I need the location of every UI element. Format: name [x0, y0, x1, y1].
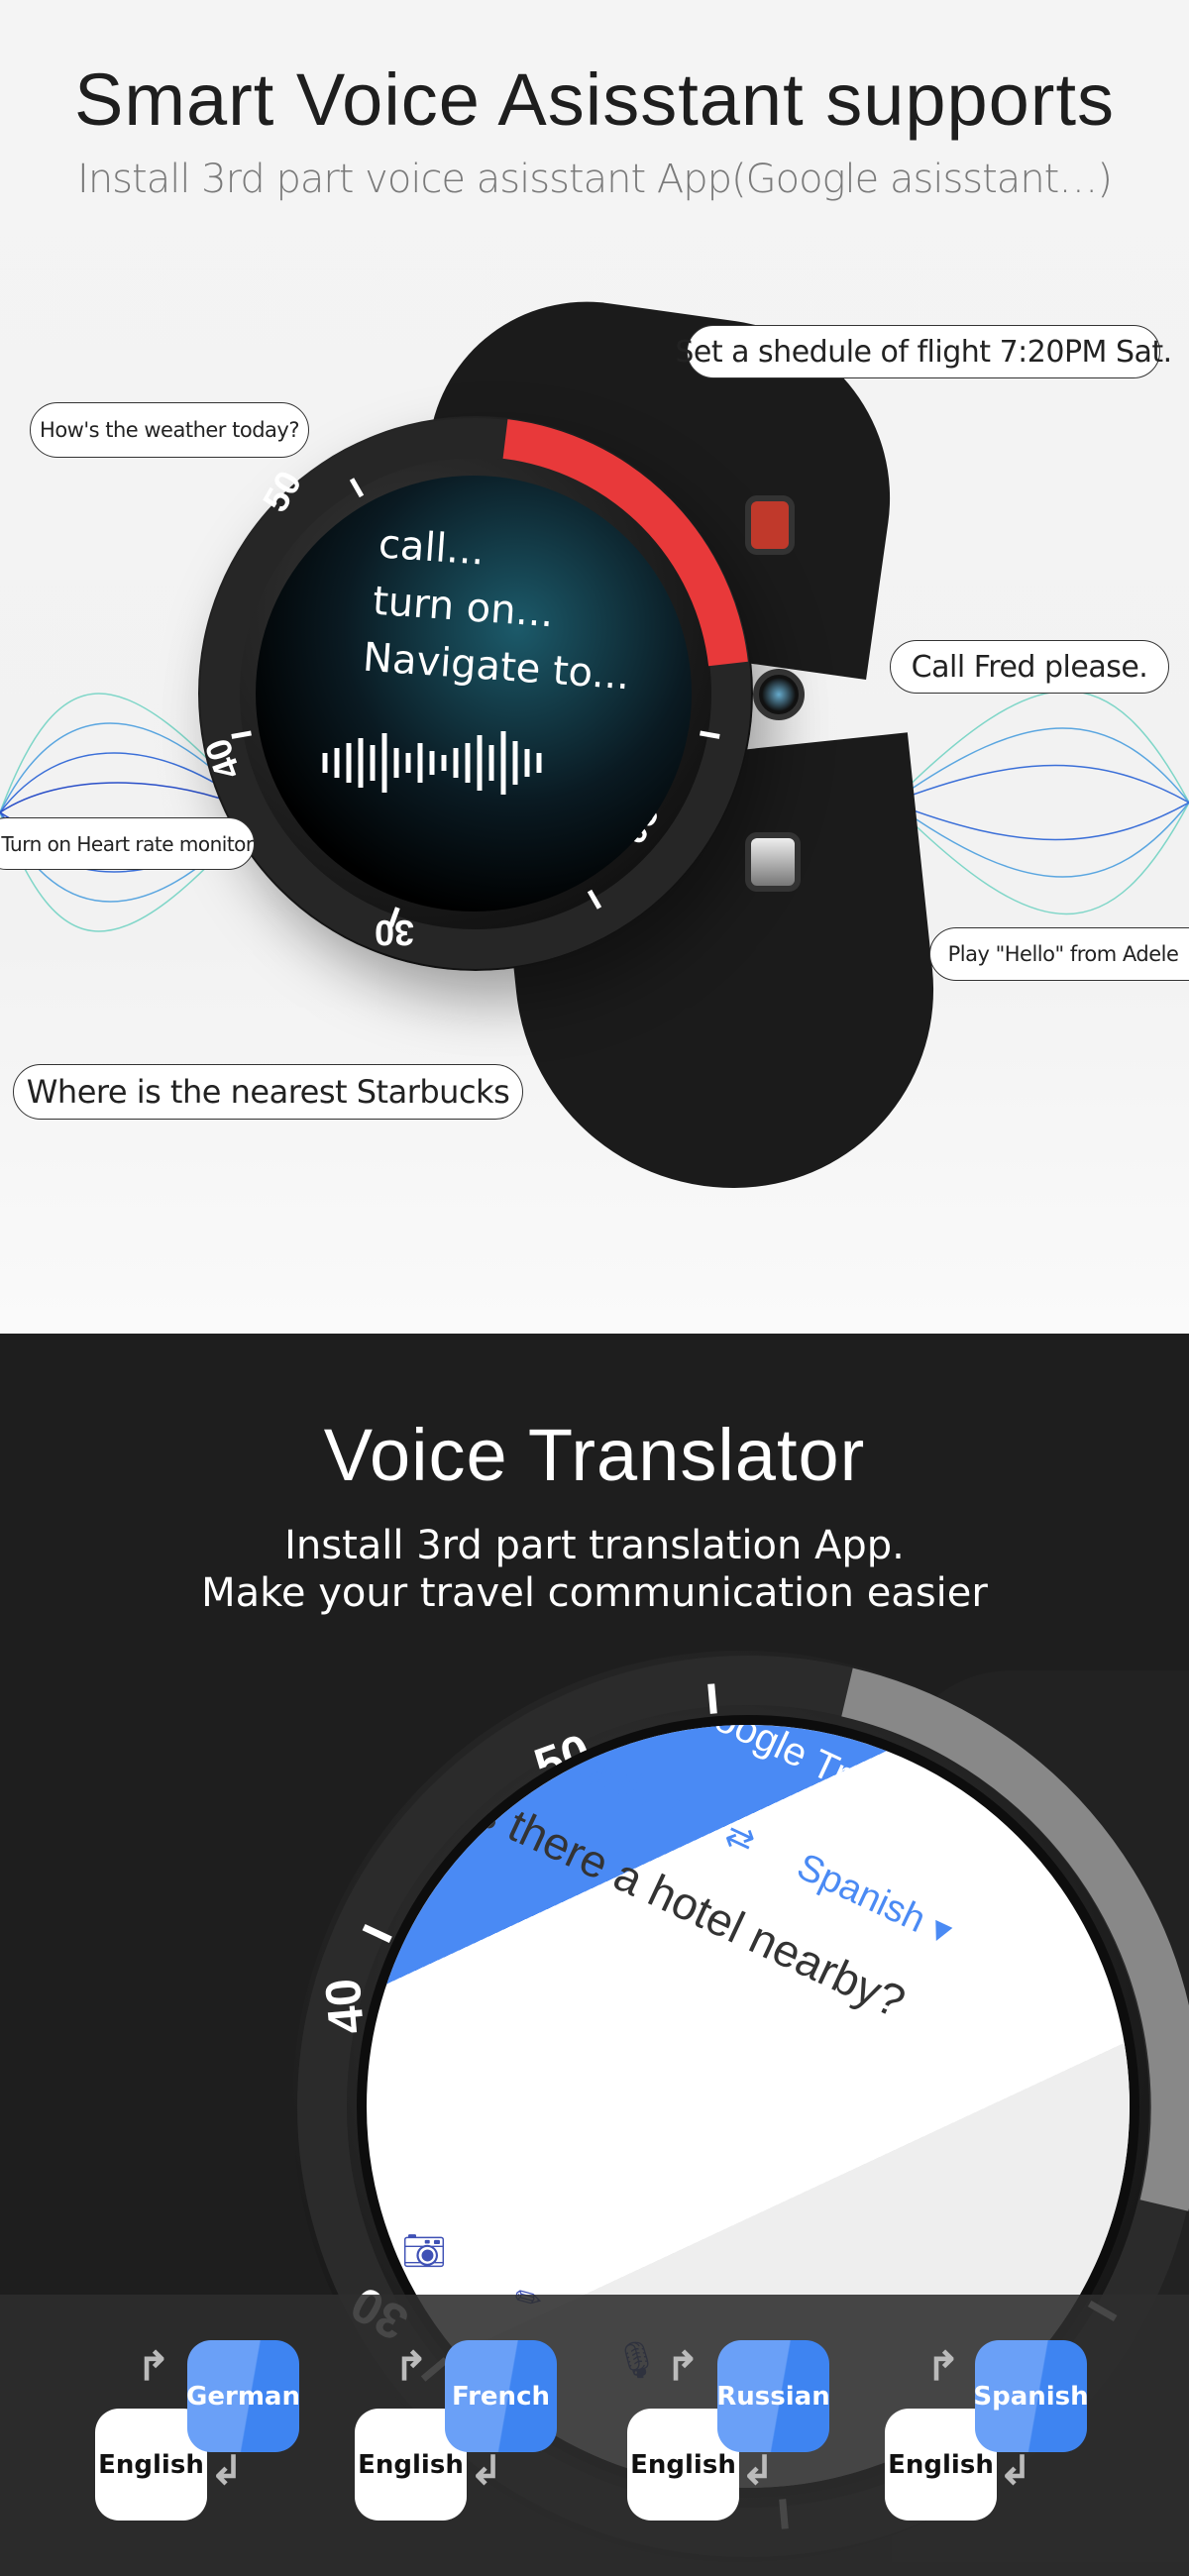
camera-lens	[753, 669, 805, 720]
speech-bubble-heart-rate: Turn on Heart rate monitor	[0, 817, 255, 870]
speech-bubble-flight: Set a shedule of flight 7:20PM Sat.	[675, 325, 1172, 378]
subtitle-line: Make your travel communication easier	[201, 1570, 988, 1616]
arrow-down-left-icon: ↲	[210, 2449, 244, 2493]
speech-bubble-music: Play "Hello" from Adele	[929, 927, 1189, 981]
subtitle-line: Install 3rd part translation App.	[284, 1523, 905, 1568]
section-subtitle: Install 3rd part translation App. Make y…	[0, 1522, 1189, 1617]
arrow-down-left-icon: ↲	[999, 2449, 1032, 2493]
arrow-up-right-icon: ↱	[666, 2345, 700, 2389]
arrow-down-left-icon: ↲	[470, 2449, 503, 2493]
screen-text: call...	[377, 521, 486, 575]
target-language-card: Russian	[716, 2340, 830, 2452]
arrow-up-right-icon: ↱	[137, 2345, 170, 2389]
voice-waveform-icon	[322, 731, 542, 795]
camera-icon[interactable]: 📷︎	[401, 2230, 447, 2272]
speech-bubble-call: Call Fred please.	[890, 640, 1169, 694]
voice-translator-section: Voice Translator Install 3rd part transl…	[0, 1334, 1189, 2576]
section-title: Voice Translator	[323, 1414, 866, 1496]
speech-bubble-starbucks: Where is the nearest Starbucks	[13, 1064, 523, 1120]
target-language-card: Spanish	[973, 2340, 1089, 2452]
bezel-number: 30	[375, 912, 415, 953]
target-language-card: German	[186, 2340, 300, 2452]
arrow-up-right-icon: ↱	[926, 2345, 960, 2389]
screen-text: Navigate to...	[361, 634, 632, 699]
screen-text: turn on...	[371, 578, 556, 637]
target-language-card: French	[445, 2340, 557, 2452]
section-title: Smart Voice Asisstant supports	[73, 58, 1116, 141]
watch-screen: call... turn on... Navigate to...	[256, 476, 692, 912]
arrow-down-left-icon: ↲	[741, 2449, 775, 2493]
section-subtitle: Install 3rd part voice asisstant App(Goo…	[77, 157, 1113, 202]
side-button	[745, 832, 801, 892]
speech-bubble-weather: How's the weather today?	[30, 402, 309, 458]
voice-assistant-section: Smart Voice Asisstant supports Install 3…	[0, 0, 1189, 1334]
crown-button	[745, 495, 795, 555]
arrow-up-right-icon: ↱	[394, 2345, 428, 2389]
